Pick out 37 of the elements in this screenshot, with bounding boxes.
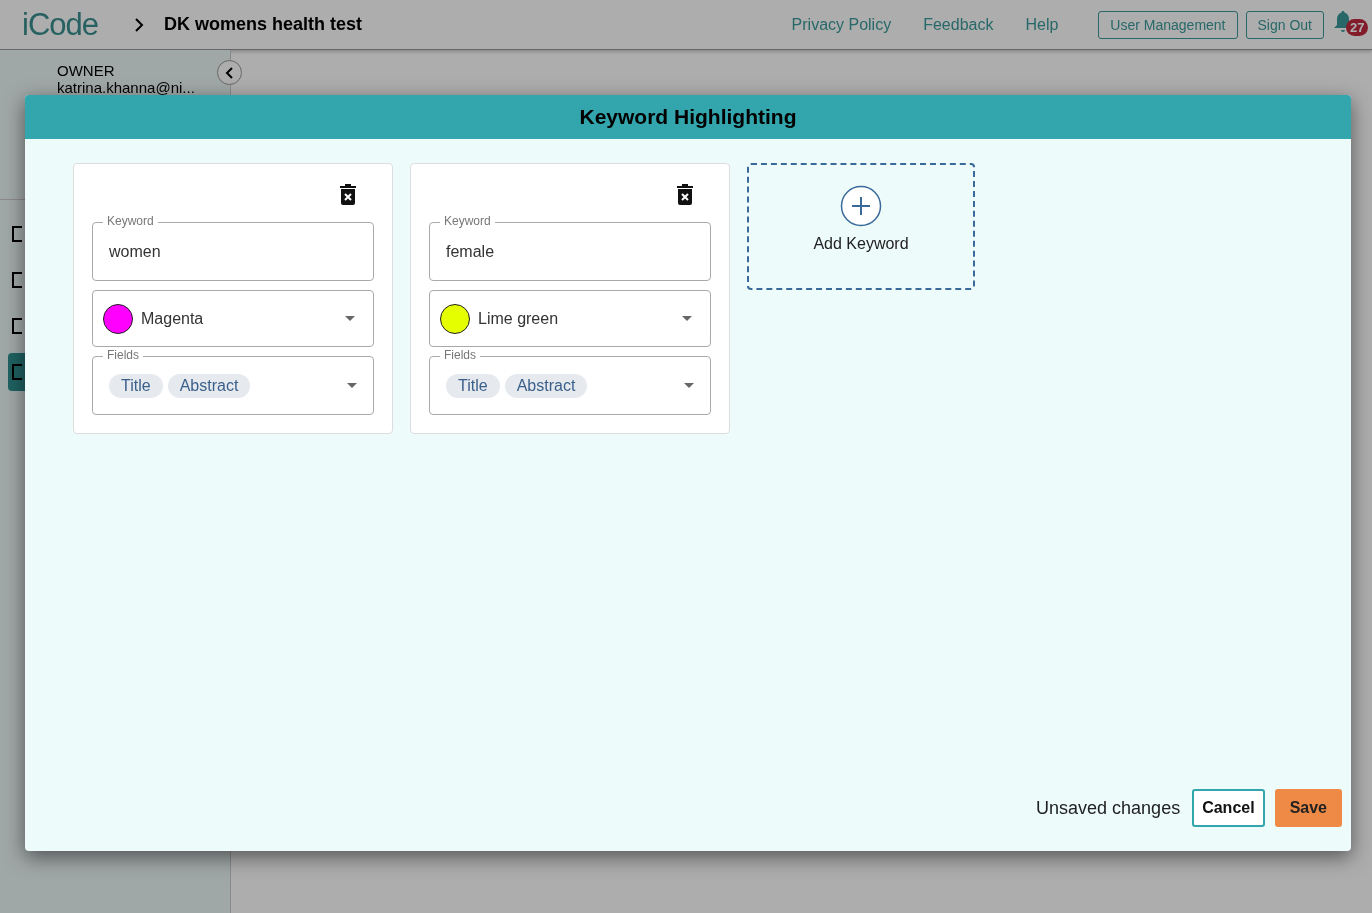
trash-icon[interactable]: [677, 184, 693, 205]
dropdown-caret-icon[interactable]: [347, 383, 357, 388]
dropdown-caret-icon[interactable]: [345, 316, 355, 321]
add-keyword-button[interactable]: Add Keyword: [747, 163, 975, 290]
field-label: Keyword: [440, 214, 495, 229]
document-icon: [12, 225, 22, 243]
nav-link[interactable]: Privacy Policy: [791, 15, 892, 34]
field-label: Keyword: [103, 214, 158, 229]
project-title: DK womens health test: [164, 14, 363, 35]
notification-badge: 27: [1346, 18, 1369, 36]
field-chip[interactable]: Abstract: [504, 373, 588, 398]
nav-link[interactable]: Feedback: [923, 15, 994, 34]
save-button[interactable]: Save: [1274, 789, 1342, 827]
field-chip[interactable]: Abstract: [167, 373, 251, 398]
header-button[interactable]: User Management: [1098, 10, 1238, 39]
header-button[interactable]: Sign Out: [1245, 10, 1324, 39]
document-icon: [12, 363, 22, 381]
app-logo[interactable]: iCode: [22, 6, 98, 43]
document-icon: [12, 317, 22, 335]
field-chip[interactable]: Title: [109, 373, 163, 398]
color-select[interactable]: Lime green: [429, 290, 711, 347]
trash-icon[interactable]: [340, 184, 356, 205]
field-chip[interactable]: Title: [446, 373, 500, 398]
chevron-left-icon: [224, 66, 235, 79]
color-select[interactable]: Magenta: [92, 290, 374, 347]
chevron-right-icon: [134, 17, 144, 32]
document-icon: [12, 271, 22, 289]
dropdown-caret-icon[interactable]: [682, 316, 692, 321]
collapse-button[interactable]: [217, 60, 242, 85]
user-role: OWNER: [57, 62, 115, 79]
user-email: katrina.khanna@ni...: [57, 79, 195, 96]
dialog-title: Keyword Highlighting: [579, 105, 797, 129]
cancel-button[interactable]: Cancel: [1192, 789, 1265, 827]
unsaved-status: Unsaved changes: [1036, 797, 1181, 819]
nav-link[interactable]: Help: [1025, 15, 1059, 34]
dropdown-caret-icon[interactable]: [684, 383, 694, 388]
plus-circle-icon: [840, 185, 882, 227]
